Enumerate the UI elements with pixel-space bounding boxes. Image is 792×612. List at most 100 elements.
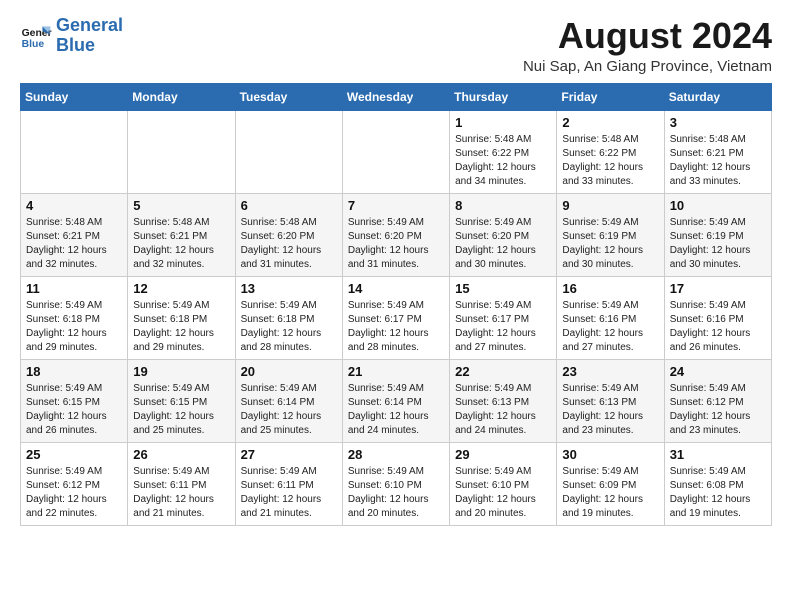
- calendar-cell: 12Sunrise: 5:49 AM Sunset: 6:18 PM Dayli…: [128, 276, 235, 359]
- column-header-tuesday: Tuesday: [235, 83, 342, 110]
- svg-text:Blue: Blue: [22, 39, 45, 50]
- day-number: 24: [670, 364, 766, 379]
- calendar-cell: 8 Sunrise: 5:49 AM Sunset: 6:20 PM Daylig…: [450, 193, 557, 276]
- logo-icon: General Blue: [20, 20, 52, 52]
- day-info: Sunrise: 5:49 AM Sunset: 6:20 PM Dayligh…: [348, 216, 444, 272]
- calendar-cell: 10Sunrise: 5:49 AM Sunset: 6:19 PM Dayli…: [664, 193, 771, 276]
- column-header-monday: Monday: [128, 83, 235, 110]
- calendar-header-row: SundayMondayTuesdayWednesdayThursdayFrid…: [21, 83, 772, 110]
- day-number: 5: [133, 198, 229, 213]
- calendar-cell: 16 Sunrise: 5:49 AM Sunset: 6:16 PM Dayli…: [557, 276, 664, 359]
- day-info: Sunrise: 5:49 AM Sunset: 6:12 PM Dayligh…: [26, 465, 122, 521]
- calendar-cell: 31 Sunrise: 5:49 AM Sunset: 6:08 PM Dayli…: [664, 442, 771, 525]
- calendar-cell: 30 Sunrise: 5:49 AM Sunset: 6:09 PM Dayli…: [557, 442, 664, 525]
- day-info: Sunrise: 5:49 AM Sunset: 6:18 PM Dayligh…: [26, 299, 122, 355]
- day-info: Sunrise: 5:49 AM Sunset: 6:17 PM Dayligh…: [455, 299, 551, 355]
- day-info: Sunrise: 5:49 AM Sunset: 6:10 PM Dayligh…: [348, 465, 444, 521]
- day-info: Sunrise: 5:49 AM Sunset: 6:16 PM Dayligh…: [670, 299, 766, 355]
- day-info: Sunrise: 5:49 AM Sunset: 6:17 PM Dayligh…: [348, 299, 444, 355]
- day-info: Sunrise: 5:49 AM Sunset: 6:19 PM Dayligh…: [562, 216, 658, 272]
- day-info: Sunrise: 5:49 AM Sunset: 6:11 PM Dayligh…: [133, 465, 229, 521]
- day-info: Sunrise: 5:48 AM Sunset: 6:21 PM Dayligh…: [26, 216, 122, 272]
- calendar-cell: 25 Sunrise: 5:49 AM Sunset: 6:12 PM Dayli…: [21, 442, 128, 525]
- calendar-cell: 19 Sunrise: 5:49 AM Sunset: 6:15 PM Dayli…: [128, 359, 235, 442]
- calendar-cell: 5 Sunrise: 5:48 AM Sunset: 6:21 PM Daylig…: [128, 193, 235, 276]
- day-info: Sunrise: 5:49 AM Sunset: 6:16 PM Dayligh…: [562, 299, 658, 355]
- calendar-cell: [235, 110, 342, 193]
- location-subtitle: Nui Sap, An Giang Province, Vietnam: [523, 58, 772, 75]
- day-info: Sunrise: 5:48 AM Sunset: 6:22 PM Dayligh…: [455, 133, 551, 189]
- day-number: 7: [348, 198, 444, 213]
- column-header-friday: Friday: [557, 83, 664, 110]
- day-info: Sunrise: 5:48 AM Sunset: 6:21 PM Dayligh…: [133, 216, 229, 272]
- day-info: Sunrise: 5:49 AM Sunset: 6:11 PM Dayligh…: [241, 465, 337, 521]
- logo-text-line2: Blue: [56, 36, 123, 56]
- calendar-week-row: 1 Sunrise: 5:48 AM Sunset: 6:22 PM Daylig…: [21, 110, 772, 193]
- calendar-cell: 20Sunrise: 5:49 AM Sunset: 6:14 PM Dayli…: [235, 359, 342, 442]
- calendar-cell: 28 Sunrise: 5:49 AM Sunset: 6:10 PM Dayli…: [342, 442, 449, 525]
- column-header-wednesday: Wednesday: [342, 83, 449, 110]
- day-number: 8: [455, 198, 551, 213]
- day-number: 4: [26, 198, 122, 213]
- day-number: 28: [348, 447, 444, 462]
- day-info: Sunrise: 5:49 AM Sunset: 6:12 PM Dayligh…: [670, 382, 766, 438]
- day-info: Sunrise: 5:49 AM Sunset: 6:08 PM Dayligh…: [670, 465, 766, 521]
- calendar-cell: 26 Sunrise: 5:49 AM Sunset: 6:11 PM Dayli…: [128, 442, 235, 525]
- day-number: 2: [562, 115, 658, 130]
- calendar-week-row: 11 Sunrise: 5:49 AM Sunset: 6:18 PM Dayli…: [21, 276, 772, 359]
- day-number: 23: [562, 364, 658, 379]
- day-info: Sunrise: 5:49 AM Sunset: 6:13 PM Dayligh…: [562, 382, 658, 438]
- calendar-cell: 9 Sunrise: 5:49 AM Sunset: 6:19 PM Daylig…: [557, 193, 664, 276]
- day-number: 6: [241, 198, 337, 213]
- day-number: 1: [455, 115, 551, 130]
- day-number: 17: [670, 281, 766, 296]
- calendar-cell: 15 Sunrise: 5:49 AM Sunset: 6:17 PM Dayli…: [450, 276, 557, 359]
- column-header-thursday: Thursday: [450, 83, 557, 110]
- logo-text-line1: General: [56, 16, 123, 36]
- day-number: 30: [562, 447, 658, 462]
- day-number: 25: [26, 447, 122, 462]
- day-info: Sunrise: 5:48 AM Sunset: 6:22 PM Dayligh…: [562, 133, 658, 189]
- day-number: 9: [562, 198, 658, 213]
- day-number: 21: [348, 364, 444, 379]
- day-number: 31: [670, 447, 766, 462]
- calendar-cell: [342, 110, 449, 193]
- day-info: Sunrise: 5:49 AM Sunset: 6:14 PM Dayligh…: [348, 382, 444, 438]
- day-number: 26: [133, 447, 229, 462]
- calendar-cell: 24 Sunrise: 5:49 AM Sunset: 6:12 PM Dayli…: [664, 359, 771, 442]
- calendar-cell: 1 Sunrise: 5:48 AM Sunset: 6:22 PM Daylig…: [450, 110, 557, 193]
- day-number: 15: [455, 281, 551, 296]
- calendar-cell: 29Sunrise: 5:49 AM Sunset: 6:10 PM Dayli…: [450, 442, 557, 525]
- column-header-saturday: Saturday: [664, 83, 771, 110]
- calendar-cell: [21, 110, 128, 193]
- day-number: 27: [241, 447, 337, 462]
- day-info: Sunrise: 5:49 AM Sunset: 6:15 PM Dayligh…: [26, 382, 122, 438]
- day-number: 11: [26, 281, 122, 296]
- day-number: 20: [241, 364, 337, 379]
- day-number: 16: [562, 281, 658, 296]
- day-info: Sunrise: 5:49 AM Sunset: 6:19 PM Dayligh…: [670, 216, 766, 272]
- calendar-table: SundayMondayTuesdayWednesdayThursdayFrid…: [20, 83, 772, 526]
- header: General Blue General Blue August 2024 Nu…: [20, 16, 772, 75]
- calendar-cell: 23 Sunrise: 5:49 AM Sunset: 6:13 PM Dayli…: [557, 359, 664, 442]
- calendar-cell: 22Sunrise: 5:49 AM Sunset: 6:13 PM Dayli…: [450, 359, 557, 442]
- day-info: Sunrise: 5:49 AM Sunset: 6:09 PM Dayligh…: [562, 465, 658, 521]
- calendar-cell: 18 Sunrise: 5:49 AM Sunset: 6:15 PM Dayli…: [21, 359, 128, 442]
- day-info: Sunrise: 5:48 AM Sunset: 6:21 PM Dayligh…: [670, 133, 766, 189]
- calendar-week-row: 18 Sunrise: 5:49 AM Sunset: 6:15 PM Dayli…: [21, 359, 772, 442]
- calendar-cell: 4 Sunrise: 5:48 AM Sunset: 6:21 PM Daylig…: [21, 193, 128, 276]
- day-info: Sunrise: 5:49 AM Sunset: 6:15 PM Dayligh…: [133, 382, 229, 438]
- calendar-cell: 6Sunrise: 5:48 AM Sunset: 6:20 PM Daylig…: [235, 193, 342, 276]
- day-number: 13: [241, 281, 337, 296]
- calendar-week-row: 25 Sunrise: 5:49 AM Sunset: 6:12 PM Dayli…: [21, 442, 772, 525]
- calendar-cell: 7 Sunrise: 5:49 AM Sunset: 6:20 PM Daylig…: [342, 193, 449, 276]
- day-info: Sunrise: 5:49 AM Sunset: 6:10 PM Dayligh…: [455, 465, 551, 521]
- day-info: Sunrise: 5:49 AM Sunset: 6:20 PM Dayligh…: [455, 216, 551, 272]
- day-info: Sunrise: 5:49 AM Sunset: 6:13 PM Dayligh…: [455, 382, 551, 438]
- day-number: 3: [670, 115, 766, 130]
- day-number: 18: [26, 364, 122, 379]
- title-area: August 2024 Nui Sap, An Giang Province, …: [523, 16, 772, 75]
- day-number: 19: [133, 364, 229, 379]
- calendar-cell: [128, 110, 235, 193]
- calendar-cell: 27 Sunrise: 5:49 AM Sunset: 6:11 PM Dayli…: [235, 442, 342, 525]
